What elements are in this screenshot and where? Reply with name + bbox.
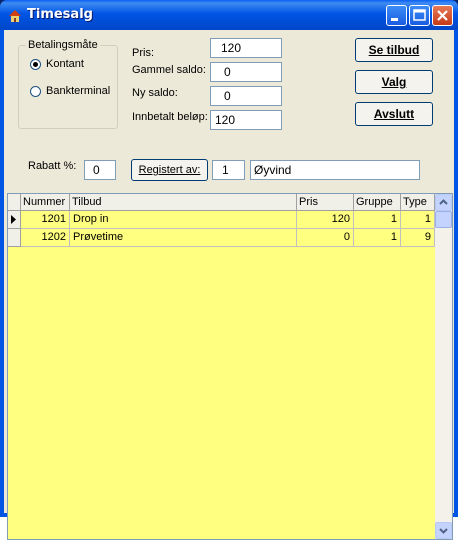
- cell-pris[interactable]: 0: [297, 229, 354, 247]
- minimize-icon: [391, 18, 398, 21]
- client-area: Betalingsmåte Kontant Bankterminal Pris:…: [4, 30, 454, 540]
- column-header-gruppe[interactable]: Gruppe: [354, 194, 401, 211]
- window-frame-right: [454, 30, 458, 517]
- cell-nummer[interactable]: 1202: [21, 229, 70, 247]
- radio-bankterminal[interactable]: [30, 86, 41, 97]
- avslutt-button[interactable]: Avslutt: [355, 102, 433, 126]
- close-button[interactable]: [432, 5, 453, 26]
- app-icon: [9, 10, 21, 22]
- cell-nummer[interactable]: 1201: [21, 211, 70, 229]
- ny-saldo-field[interactable]: 0: [210, 86, 282, 106]
- offers-grid[interactable]: Nummer Tilbud Pris Gruppe Type 1201 Drop…: [7, 193, 453, 540]
- rabatt-label: Rabatt %:: [28, 160, 77, 172]
- pris-label: Pris:: [132, 47, 154, 59]
- column-header-type[interactable]: Type: [401, 194, 435, 211]
- minimize-button[interactable]: [386, 5, 407, 26]
- valg-button[interactable]: Valg: [355, 70, 433, 94]
- title-bar[interactable]: Timesalg: [0, 0, 458, 30]
- gammel-saldo-field[interactable]: 0: [210, 62, 282, 82]
- row-pointer-icon: [11, 215, 16, 224]
- cell-tilbud[interactable]: Prøvetime: [70, 229, 297, 247]
- cell-pris[interactable]: 120: [297, 211, 354, 229]
- scroll-down-button[interactable]: [435, 522, 452, 539]
- close-icon: [437, 10, 448, 21]
- gammel-saldo-label: Gammel saldo:: [132, 64, 206, 76]
- cell-tilbud[interactable]: Drop in: [70, 211, 297, 229]
- innbetalt-field[interactable]: 120: [210, 110, 282, 130]
- vertical-scrollbar[interactable]: [435, 194, 452, 539]
- window-title: Timesalg: [27, 7, 93, 22]
- column-header-nummer[interactable]: Nummer: [21, 194, 70, 211]
- cell-type[interactable]: 9: [401, 229, 435, 247]
- scroll-up-button[interactable]: [435, 194, 452, 211]
- maximize-icon: [413, 9, 426, 21]
- registrert-av-button[interactable]: Registert av:: [131, 159, 208, 181]
- radio-kontant-label[interactable]: Kontant: [46, 58, 84, 70]
- registrert-id-field[interactable]: 1: [212, 160, 245, 180]
- cell-type[interactable]: 1: [401, 211, 435, 229]
- radio-kontant[interactable]: [30, 59, 41, 70]
- cell-gruppe[interactable]: 1: [354, 211, 401, 229]
- ny-saldo-label: Ny saldo:: [132, 87, 178, 99]
- scroll-up-icon: [439, 199, 448, 205]
- payment-method-legend: Betalingsmåte: [26, 39, 100, 51]
- timesalg-window: Timesalg Betalingsmåte Kontant Banktermi…: [0, 0, 458, 540]
- rabatt-field[interactable]: 0: [84, 160, 116, 180]
- cell-gruppe[interactable]: 1: [354, 229, 401, 247]
- radio-selected-dot: [33, 62, 38, 67]
- row-indicator[interactable]: [8, 229, 21, 247]
- row-indicator[interactable]: [8, 211, 21, 229]
- maximize-button[interactable]: [409, 5, 430, 26]
- column-header-pris[interactable]: Pris: [297, 194, 354, 211]
- se-tilbud-button[interactable]: Se tilbud: [355, 38, 433, 62]
- scroll-down-icon: [439, 528, 448, 534]
- grid-header-corner: [8, 194, 21, 211]
- innbetalt-label: Innbetalt beløp:: [132, 111, 208, 123]
- registrert-name-field[interactable]: Øyvind: [250, 160, 420, 180]
- scroll-thumb[interactable]: [435, 211, 452, 228]
- pris-field[interactable]: 120: [210, 38, 282, 58]
- column-header-tilbud[interactable]: Tilbud: [70, 194, 297, 211]
- radio-bankterminal-label[interactable]: Bankterminal: [46, 85, 110, 97]
